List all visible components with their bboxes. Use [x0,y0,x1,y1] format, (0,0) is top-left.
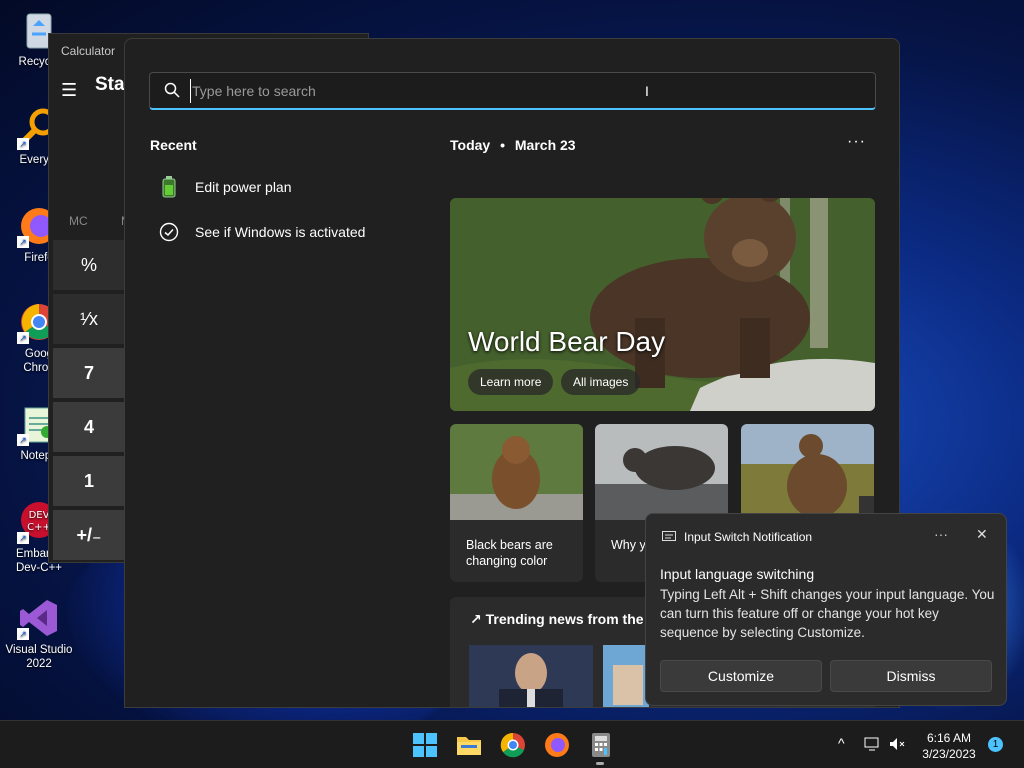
notification-heading: Input language switching [660,566,815,582]
notification-body: Typing Left Alt + Shift changes your inp… [660,587,995,640]
recent-item-label: See if Windows is activated [195,224,366,240]
svg-text:DEV: DEV [29,510,50,521]
today-date: March 23 [514,137,576,153]
shortcut-arrow-icon: ↗ [17,628,29,640]
battery-icon [151,176,187,198]
trending-title-text: Trending news from the v [485,611,656,627]
notification-count-badge[interactable]: 1 [988,737,1003,752]
hero-title: World Bear Day [468,326,666,357]
trending-photo-person[interactable] [469,639,593,708]
notification-app-name: Input Switch Notification [684,530,813,544]
network-icon[interactable] [864,737,880,751]
text-cursor-icon: I [645,83,649,99]
four-key[interactable]: 4 [53,402,125,452]
clock-time: 6:16 AM [926,731,972,745]
news-card-black-bears[interactable]: Black bears are changing color [450,424,583,582]
visual-studio-icon: ↗ [17,596,61,640]
taskbar: ^ 6:16 AM 3/23/2023 1 [0,720,1024,768]
clock-date: 3/23/2023 [922,747,976,761]
one-key[interactable]: 1 [53,456,125,506]
seven-key[interactable]: 7 [53,348,125,398]
learn-more-button[interactable]: Learn more [468,369,554,395]
today-label: Today [450,137,491,153]
black-bear-photo [450,424,583,520]
customize-button[interactable]: Customize [660,660,822,692]
desktop-icon-label: Visual Studio 2022 [5,644,73,670]
show-hidden-icons-button[interactable]: ^ [838,735,845,751]
today-heading: Today • March 23 [450,137,576,153]
shortcut-arrow-icon: ↗ [17,138,29,150]
shortcut-arrow-icon: ↗ [17,532,29,544]
shortcut-arrow-icon: ↗ [17,332,29,344]
desktop-icon-visual-studio[interactable]: ↗ Visual Studio 2022 [4,596,74,671]
search-icon [164,82,180,98]
start-icon[interactable] [411,731,439,759]
recent-heading: Recent [150,137,197,153]
system-clock[interactable]: 6:16 AM 3/23/2023 [912,730,986,762]
calculator-icon[interactable] [587,731,615,759]
percent-key[interactable]: % [53,240,125,290]
firefox-icon[interactable] [543,731,571,759]
trending-arrow-icon: ↗ [470,611,482,627]
recent-item-label: Edit power plan [195,179,292,195]
bear-meadow-photo [741,424,874,520]
trending-photo-second[interactable] [603,639,649,708]
search-box[interactable]: I [149,72,876,110]
news-card-text: Black bears are changing color [466,538,553,568]
keyboard-icon [662,530,676,542]
chrome-icon[interactable] [499,731,527,759]
more-options-button[interactable]: ··· [847,133,866,151]
negate-key[interactable]: +/₋ [53,510,125,560]
check-circle-icon [151,222,187,242]
today-separator: • [500,137,505,153]
close-icon[interactable]: ✕ [976,526,988,543]
shortcut-arrow-icon: ↗ [17,434,29,446]
search-input[interactable] [190,79,850,103]
recent-item-windows-activated[interactable]: See if Windows is activated [151,216,401,248]
input-switch-notification[interactable]: Input Switch Notification ··· ✕ Input la… [645,513,1007,706]
reciprocal-key[interactable]: ¹⁄x [53,294,125,344]
active-app-indicator [596,762,604,765]
notification-more-button[interactable]: ··· [934,526,948,542]
shortcut-arrow-icon: ↗ [17,236,29,248]
file-explorer-icon[interactable] [455,731,483,759]
volume-muted-icon[interactable] [889,737,905,751]
hero-card-world-bear-day[interactable]: World Bear Day Learn more All images [450,198,875,411]
all-images-button[interactable]: All images [561,369,641,395]
calculator-title: Calculator [61,44,116,58]
dismiss-button[interactable]: Dismiss [830,660,992,692]
trending-news-title: ↗ Trending news from the v [470,611,655,628]
hamburger-menu-icon[interactable]: ☰ [61,80,77,101]
memory-clear-button[interactable]: MC [69,214,88,228]
recent-item-edit-power-plan[interactable]: Edit power plan [151,171,401,203]
grizzly-photo [595,424,728,520]
